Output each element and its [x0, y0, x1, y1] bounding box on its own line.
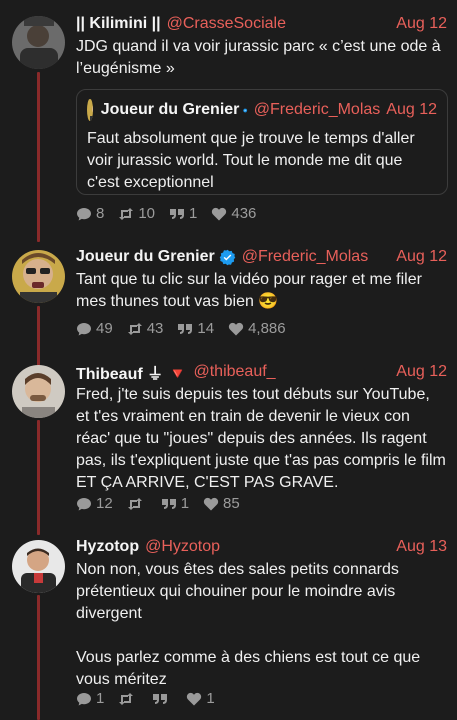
- reply-icon: [77, 322, 91, 335]
- quoted-author-handle: @Frederic_Molas: [253, 101, 381, 118]
- like-button[interactable]: 436: [211, 205, 256, 222]
- like-icon: [203, 497, 219, 510]
- author-name[interactable]: Joueur du Grenier: [76, 248, 215, 266]
- quote-icon: [153, 693, 168, 704]
- reply-count: 12: [96, 495, 113, 512]
- reply-button[interactable]: 8: [76, 205, 104, 222]
- quote-count: 14: [197, 320, 215, 337]
- retweet-button[interactable]: [118, 691, 138, 707]
- like-icon: [212, 207, 227, 220]
- quoted-avatar: [87, 99, 93, 121]
- author-handle[interactable]: @CrasseSociale: [167, 15, 286, 33]
- reply-button[interactable]: 1: [76, 690, 104, 707]
- quote-count: 1: [189, 205, 198, 222]
- reply-count: 49: [96, 320, 113, 337]
- thread-line: [37, 72, 40, 242]
- quote-button[interactable]: 14: [177, 320, 214, 337]
- author-handle[interactable]: @Frederic_Molas: [242, 248, 369, 266]
- thread-line: [37, 306, 40, 366]
- verified-icon: [243, 107, 248, 113]
- quote-icon: [178, 323, 193, 334]
- author-name[interactable]: Hyzotop: [76, 538, 139, 556]
- retweet-icon: [127, 497, 142, 510]
- like-button[interactable]: 1: [186, 690, 215, 707]
- reply-icon: [77, 497, 91, 510]
- like-icon: [187, 692, 202, 705]
- retweet-icon: [119, 692, 134, 705]
- avatar[interactable]: [12, 250, 65, 303]
- retweet-button[interactable]: [127, 496, 147, 512]
- retweet-button[interactable]: 43: [127, 320, 164, 337]
- tweet-feed: || Kilimini || @CrasseSociale Aug 12 JDG…: [0, 0, 457, 720]
- quote-count: 1: [180, 495, 190, 512]
- reply-button[interactable]: 12: [76, 495, 113, 512]
- reply-count: 1: [96, 690, 105, 707]
- like-count: 85: [223, 495, 240, 512]
- thread-line: [37, 595, 40, 720]
- tweet-actions: 12 1 85: [76, 495, 254, 512]
- tweet-actions: 1 1: [76, 690, 229, 707]
- retweet-icon: [127, 322, 142, 335]
- thread-line: [37, 420, 40, 535]
- quoted-text: Faut absolument que je trouve le temps d…: [87, 130, 415, 191]
- quoted-tweet[interactable]: Joueur du Grenier @Frederic_Molas Aug 12…: [76, 89, 448, 195]
- tweet-date[interactable]: Aug 13: [396, 538, 447, 556]
- tweet-actions: 49 43 14 4,886: [76, 320, 300, 337]
- author-name[interactable]: Thibeauf ⏚ 🔻: [76, 360, 187, 384]
- quoted-author-name: Joueur du Grenier: [100, 101, 240, 118]
- tweet-text: Tant que tu clic sur la vidéo pour rager…: [76, 271, 422, 310]
- like-count: 1: [206, 690, 215, 707]
- tweet-text: JDG quand il va voir jurassic parc « c’e…: [76, 38, 441, 77]
- tweet-date[interactable]: Aug 12: [396, 15, 447, 33]
- avatar[interactable]: [12, 16, 65, 69]
- quoted-date: Aug 12: [386, 101, 437, 118]
- like-count: 436: [231, 205, 257, 222]
- like-count: 4,886: [248, 320, 286, 337]
- author-name[interactable]: || Kilimini ||: [76, 15, 161, 33]
- quote-button[interactable]: 1: [161, 495, 189, 512]
- tweet-date[interactable]: Aug 12: [396, 248, 447, 266]
- tweet-actions: 8 10 1 436: [76, 205, 270, 222]
- like-button[interactable]: 4,886: [228, 320, 286, 337]
- retweet-count: 10: [138, 205, 156, 222]
- avatar[interactable]: [12, 540, 65, 593]
- verified-icon: [219, 249, 235, 265]
- avatar[interactable]: [12, 365, 65, 418]
- retweet-icon: [119, 207, 134, 220]
- tweet-date[interactable]: Aug 12: [396, 363, 447, 381]
- author-handle[interactable]: @thibeauf_: [193, 363, 275, 381]
- reply-button[interactable]: 49: [76, 320, 113, 337]
- tweet-text-paragraph: Vous parlez comme à des chiens est tout …: [76, 649, 421, 688]
- like-button[interactable]: 85: [203, 495, 240, 512]
- reply-icon: [77, 692, 91, 705]
- author-handle[interactable]: @Hyzotop: [145, 538, 220, 556]
- quote-icon: [170, 208, 185, 219]
- reply-icon: [77, 207, 91, 220]
- tweet-text: Non non, vous êtes des sales petits conn…: [76, 561, 399, 622]
- like-icon: [228, 322, 244, 335]
- retweet-button[interactable]: 10: [118, 205, 155, 222]
- reply-count: 8: [96, 205, 105, 222]
- quote-icon: [161, 498, 176, 509]
- retweet-count: 43: [146, 320, 164, 337]
- quote-button[interactable]: [152, 691, 172, 707]
- tweet-text: Fred, j'te suis depuis tes tout débuts s…: [76, 386, 446, 491]
- quote-button[interactable]: 1: [169, 205, 197, 222]
